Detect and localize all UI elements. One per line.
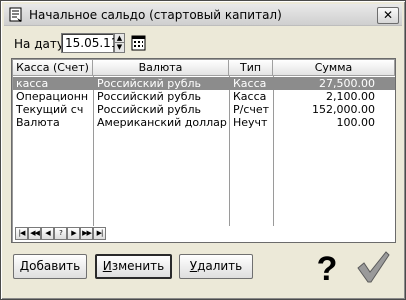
nav-first-button[interactable]: |◀ — [15, 227, 28, 240]
date-field[interactable]: 15.05.11 — [61, 33, 118, 53]
cell-currency: Российский рубль — [97, 77, 202, 90]
window-title: Начальное сальдо (стартовый капитал) — [29, 8, 282, 22]
cell-type: Р/счет — [233, 103, 270, 116]
column-header-amount[interactable]: Сумма — [273, 60, 395, 76]
cell-amount: 2,100.00 — [326, 90, 375, 103]
close-button[interactable]: ✕ — [377, 7, 399, 24]
add-button[interactable]: Добавить — [13, 254, 87, 279]
delete-label: далить — [197, 259, 243, 273]
table-row[interactable]: Валюта Американский доллар Неучт 100.00 — [13, 116, 395, 129]
cell-type: Неучт — [233, 116, 268, 129]
cell-account: касса — [16, 77, 49, 90]
table-header: Касса (Счет) Валюта Тип Сумма — [13, 60, 395, 76]
cell-currency: Российский рубль — [97, 103, 202, 116]
cell-type: Касса — [233, 90, 267, 103]
nav-next-page-button[interactable]: ▶▶ — [80, 227, 93, 240]
cell-currency: Американский доллар — [97, 116, 227, 129]
delete-hotkey: У — [189, 259, 198, 273]
nav-prev-button[interactable]: ◀ — [41, 227, 54, 240]
cell-account: Текущий сч — [16, 103, 84, 116]
cell-account: Операционн — [16, 90, 89, 103]
column-header-currency[interactable]: Валюта — [93, 60, 229, 76]
nav-help-button[interactable]: ? — [54, 227, 67, 240]
nav-prev-page-button[interactable]: ◀◀ — [28, 227, 41, 240]
add-hotkey: Д — [19, 259, 30, 273]
dialog-window: Начальное сальдо (стартовый капитал) ✕ Н… — [0, 0, 406, 300]
spin-down-icon[interactable]: ▼ — [115, 43, 124, 52]
cell-amount: 100.00 — [336, 116, 376, 129]
cell-currency: Российский рубль — [97, 90, 202, 103]
title-bar[interactable]: Начальное сальдо (стартовый капитал) ✕ — [4, 4, 402, 26]
table-row[interactable]: касса Российский рубль Касса 27,500.00 — [13, 77, 395, 90]
cell-amount: 27,500.00 — [319, 77, 375, 90]
checkmark-icon[interactable] — [356, 250, 390, 284]
cell-account: Валюта — [16, 116, 60, 129]
question-mark-icon[interactable]: ? — [313, 250, 341, 284]
column-header-type[interactable]: Тип — [229, 60, 273, 76]
calendar-icon[interactable] — [131, 34, 146, 51]
spin-up-icon[interactable]: ▲ — [115, 34, 124, 43]
delete-button[interactable]: Удалить — [179, 254, 253, 279]
nav-next-button[interactable]: ▶ — [67, 227, 80, 240]
ledger-app-icon — [9, 7, 22, 22]
nav-last-button[interactable]: ▶| — [93, 227, 106, 240]
svg-text:?: ? — [317, 250, 338, 284]
edit-label: зменить — [111, 259, 165, 273]
edit-hotkey: И — [102, 259, 112, 273]
balance-table[interactable]: Касса (Счет) Валюта Тип Сумма касса Росс… — [11, 58, 396, 243]
date-label: На дату — [14, 37, 64, 51]
table-row[interactable]: Операционн Российский рубль Касса 2,100.… — [13, 90, 395, 103]
date-spinner[interactable]: ▲ ▼ — [114, 33, 125, 53]
cell-type: Касса — [233, 77, 267, 90]
table-row[interactable]: Текущий сч Российский рубль Р/счет 152,0… — [13, 103, 395, 116]
edit-button[interactable]: Изменить — [95, 254, 172, 279]
add-label: обавить — [29, 259, 81, 273]
cell-amount: 152,000.00 — [312, 103, 375, 116]
column-header-account[interactable]: Касса (Счет) — [13, 60, 93, 76]
